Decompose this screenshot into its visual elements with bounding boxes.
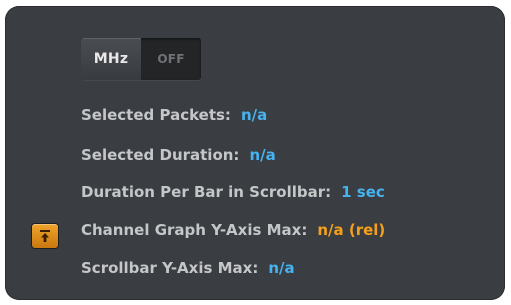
stat-row-duration-per-bar: Duration Per Bar in Scrollbar: 1 sec <box>81 183 385 201</box>
stat-value: n/a (rel) <box>317 221 386 239</box>
stat-label: Selected Packets: <box>81 106 231 124</box>
stat-value: 1 sec <box>341 183 385 201</box>
stat-row-scrollbar-ymax: Scrollbar Y-Axis Max: n/a <box>81 259 295 277</box>
unit-toggle[interactable]: MHz OFF <box>81 38 201 80</box>
stat-value: n/a <box>240 106 268 124</box>
toggle-mhz[interactable]: MHz <box>81 38 141 80</box>
stat-label: Scrollbar Y-Axis Max: <box>81 259 259 277</box>
stat-label: Channel Graph Y-Axis Max: <box>81 221 308 239</box>
pin-top-icon <box>40 230 50 242</box>
stat-value: n/a <box>268 259 295 277</box>
stat-row-selected-packets: Selected Packets: n/a <box>81 106 267 124</box>
stat-row-selected-duration: Selected Duration: n/a <box>81 146 276 164</box>
stat-row-channel-graph-ymax: Channel Graph Y-Axis Max: n/a (rel) <box>81 221 385 239</box>
toggle-off[interactable]: OFF <box>141 38 201 80</box>
stat-label: Duration Per Bar in Scrollbar: <box>81 183 332 201</box>
stats-panel: MHz OFF Selected Packets: n/a Selected D… <box>5 6 505 300</box>
stat-label: Selected Duration: <box>81 146 240 164</box>
stat-value: n/a <box>249 146 276 164</box>
pin-to-top-button[interactable] <box>32 224 58 248</box>
